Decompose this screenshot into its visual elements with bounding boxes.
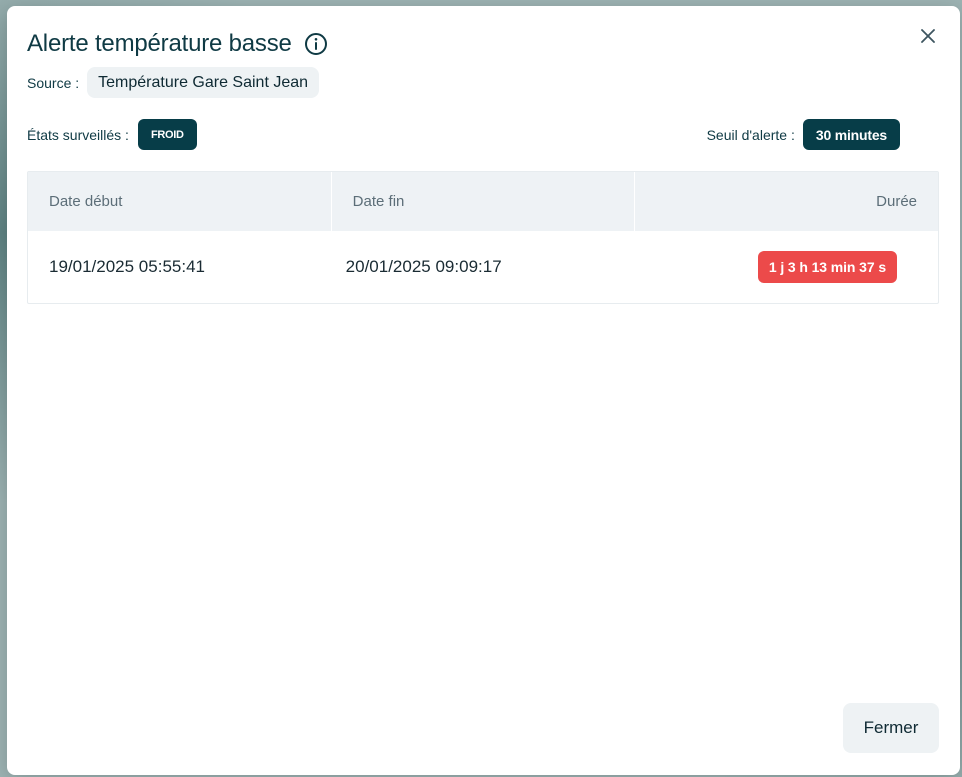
threshold-label: Seuil d'alerte : xyxy=(706,126,795,143)
alert-dialog: Alerte température basse Source : Tempér… xyxy=(7,6,960,775)
threshold-chip: 30 minutes xyxy=(802,119,900,150)
cell-end-date: 20/01/2025 09:09:17 xyxy=(345,257,502,276)
dialog-header: Alerte température basse xyxy=(27,30,328,58)
duration-badge: 1 j 3 h 13 min 37 s xyxy=(757,251,898,283)
table-header: Date début Date fin Durée xyxy=(28,172,938,231)
info-icon[interactable] xyxy=(304,32,328,56)
cell-duration: 1 j 3 h 13 min 37 s xyxy=(621,251,938,283)
close-button[interactable] xyxy=(918,26,938,46)
monitored-states-row: États surveillés : FROID xyxy=(27,119,197,150)
dialog-title: Alerte température basse xyxy=(27,30,292,57)
column-header-duration[interactable]: Durée xyxy=(635,172,938,231)
column-header-start[interactable]: Date début xyxy=(28,172,332,231)
cell-start-date: 19/01/2025 05:55:41 xyxy=(49,257,205,276)
state-chip: FROID xyxy=(137,119,197,150)
alerts-table: Date début Date fin Durée 19/01/2025 05:… xyxy=(27,171,939,304)
source-label: Source : xyxy=(27,74,80,91)
threshold-row: Seuil d'alerte : 30 minutes xyxy=(707,119,900,150)
close-dialog-button[interactable]: Fermer xyxy=(843,703,939,753)
source-row: Source : Température Gare Saint Jean xyxy=(27,67,320,98)
table-row[interactable]: 19/01/2025 05:55:41 20/01/2025 09:09:17 … xyxy=(28,231,938,303)
source-chip: Température Gare Saint Jean xyxy=(87,67,320,98)
close-icon xyxy=(921,29,935,43)
column-header-end[interactable]: Date fin xyxy=(332,172,636,231)
states-label: États surveillés : xyxy=(27,126,129,143)
